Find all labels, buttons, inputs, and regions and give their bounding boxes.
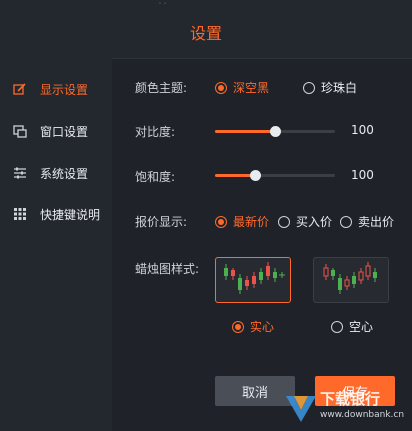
candle-option-hollow[interactable]: 空心 <box>331 318 373 335</box>
option-label: 深空黑 <box>233 81 270 95</box>
watermark-logo-icon <box>286 396 316 422</box>
quote-label: 报价显示: <box>135 215 188 229</box>
sidebar-item-label: 窗口设置 <box>40 124 89 139</box>
watermark-text: 下载银行 <box>320 390 381 408</box>
candle-solid-preview[interactable] <box>215 257 291 303</box>
candle-hollow-preview[interactable] <box>313 257 389 303</box>
slider-knob[interactable] <box>249 170 261 181</box>
slider-fill <box>215 174 255 177</box>
candle-option-solid[interactable]: 实心 <box>232 318 274 335</box>
sliders-icon <box>12 165 28 181</box>
window-icon <box>12 123 28 139</box>
option-label: 实心 <box>250 320 275 334</box>
sidebar-item-label: 快捷键说明 <box>40 207 101 222</box>
watermark: 下载银行 www.downbank.cn <box>282 388 412 431</box>
candle-solid-icon <box>224 262 285 294</box>
sidebar-item-label: 系统设置 <box>40 166 89 181</box>
radio-checked-icon <box>232 320 244 333</box>
dialog-title: 设置 <box>189 24 222 43</box>
theme-label: 颜色主题: <box>135 81 188 95</box>
option-label: 买入价 <box>296 215 333 229</box>
settings-panel: 颜色主题: 深空黑 珍珠白 对比度: 100 饱和度: 100 报价显示: 最新… <box>112 58 412 431</box>
sidebar-item-display[interactable]: 显示设置 <box>0 76 112 102</box>
sidebar-item-label: 显示设置 <box>40 82 89 97</box>
contrast-label: 对比度: <box>135 125 176 139</box>
radio-unchecked-icon <box>303 81 315 94</box>
theme-option-dark[interactable]: 深空黑 <box>215 79 269 96</box>
sidebar-item-system[interactable]: 系统设置 <box>0 160 112 186</box>
option-label: 卖出价 <box>358 215 395 229</box>
option-label: 珍珠白 <box>321 81 358 95</box>
title-bar: ˙˙ 设置 <box>0 0 412 59</box>
contrast-slider[interactable] <box>215 126 335 137</box>
sidebar-item-window[interactable]: 窗口设置 <box>0 118 112 144</box>
watermark-url: www.downbank.cn <box>320 410 405 420</box>
edit-icon <box>12 81 28 97</box>
radio-checked-icon <box>215 215 227 228</box>
slider-fill <box>215 130 275 133</box>
drag-handle-icon[interactable]: ˙˙ <box>158 2 167 11</box>
candle-hollow-icon <box>323 262 377 294</box>
radio-unchecked-icon <box>340 215 352 228</box>
radio-checked-icon <box>215 81 227 94</box>
sidebar-item-shortcuts[interactable]: 快捷键说明 <box>0 201 112 227</box>
saturation-slider[interactable] <box>215 170 335 181</box>
grid-icon <box>12 206 28 222</box>
quote-option-bid[interactable]: 买入价 <box>278 213 332 230</box>
theme-option-light[interactable]: 珍珠白 <box>303 79 357 96</box>
saturation-label: 饱和度: <box>135 170 176 184</box>
option-label: 最新价 <box>233 215 270 229</box>
slider-knob[interactable] <box>270 126 281 137</box>
option-label: 空心 <box>349 320 374 334</box>
candle-label: 蜡烛图样式: <box>135 262 200 276</box>
sidebar: 显示设置 窗口设置 系统设置 快捷键说明 <box>0 58 112 431</box>
radio-unchecked-icon <box>278 215 290 228</box>
quote-option-ask[interactable]: 卖出价 <box>340 213 394 230</box>
radio-unchecked-icon <box>331 320 343 333</box>
quote-option-last[interactable]: 最新价 <box>215 213 269 230</box>
saturation-value: 100 <box>351 168 374 182</box>
contrast-value: 100 <box>351 123 374 137</box>
